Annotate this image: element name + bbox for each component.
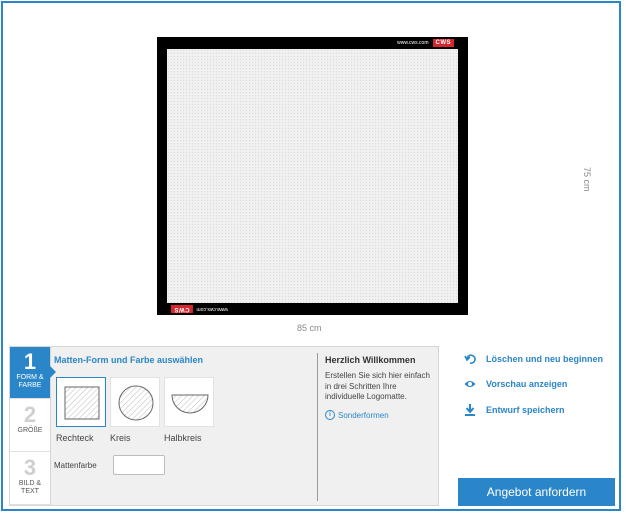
panel-divider	[317, 353, 318, 501]
preview-action-label: Vorschau anzeigen	[486, 379, 568, 389]
rectangle-shape-icon	[64, 386, 100, 420]
save-draft-action-label: Entwurf speichern	[486, 405, 565, 415]
height-dimension: 75 cm	[582, 167, 592, 192]
brand-url: www.cws.com	[196, 306, 228, 312]
shape-rectangle-option[interactable]	[56, 377, 106, 427]
special-shapes-label: Sonderformen	[338, 410, 389, 420]
step-size[interactable]: 2 GRÖßE	[10, 400, 50, 452]
circle-shape-icon	[118, 385, 154, 421]
config-panel: 1 FORM & FARBE 2 GRÖßE 3 BILD & TEXT Mat…	[9, 346, 439, 506]
eye-icon	[464, 381, 476, 387]
step-number: 2	[23, 402, 37, 427]
cws-logo: CWS	[432, 39, 454, 47]
reset-action-label: Löschen und neu beginnen	[486, 354, 603, 364]
brand-url: www.cws.com	[397, 40, 429, 46]
cws-logo: CWS	[171, 305, 193, 313]
download-icon	[465, 404, 475, 416]
shape-semicircle-option[interactable]	[164, 377, 214, 427]
form-section-title: Matten-Form und Farbe auswählen	[54, 355, 204, 365]
mat-color-picker[interactable]	[113, 455, 165, 475]
step-label: FARBE	[18, 382, 42, 389]
preview-action[interactable]: Vorschau anzeigen	[464, 377, 567, 391]
shape-label-rectangle: Rechteck	[56, 433, 94, 443]
step-number: 1	[23, 349, 37, 374]
mat-brand-bottom: www.cws.com CWS	[171, 305, 228, 313]
step-label: BILD &	[18, 480, 42, 487]
semicircle-shape-icon	[171, 394, 209, 414]
step-label: TEXT	[21, 488, 39, 495]
welcome-title: Herzlich Willkommen	[325, 355, 416, 365]
request-offer-button[interactable]: Angebot anfordern	[458, 478, 615, 506]
info-icon: i	[325, 410, 335, 420]
step-label: GRÖßE	[17, 427, 43, 434]
mat-brand-top: www.cws.com CWS	[397, 39, 454, 47]
undo-icon	[464, 354, 476, 364]
save-draft-action[interactable]: Entwurf speichern	[464, 403, 565, 417]
mat-color-label: Mattenfarbe	[54, 461, 97, 470]
step-nav: 1 FORM & FARBE 2 GRÖßE 3 BILD & TEXT	[10, 347, 51, 505]
shape-circle-option[interactable]	[110, 377, 160, 427]
shape-label-circle: Kreis	[110, 433, 131, 443]
width-dimension: 85 cm	[297, 323, 322, 333]
reset-action[interactable]: Löschen und neu beginnen	[464, 352, 603, 366]
mat-surface	[167, 49, 458, 303]
step-image-text[interactable]: 3 BILD & TEXT	[10, 453, 50, 505]
step-number: 3	[23, 455, 37, 480]
welcome-text: Erstellen Sie sich hier einfach in drei …	[325, 371, 430, 401]
step-form-color[interactable]: 1 FORM & FARBE	[10, 347, 50, 399]
special-shapes-link[interactable]: i Sonderformen	[325, 410, 389, 420]
step-label: FORM &	[16, 374, 44, 381]
shape-label-semicircle: Halbkreis	[164, 433, 202, 443]
mat-preview: www.cws.com CWS www.cws.com CWS	[157, 37, 468, 315]
